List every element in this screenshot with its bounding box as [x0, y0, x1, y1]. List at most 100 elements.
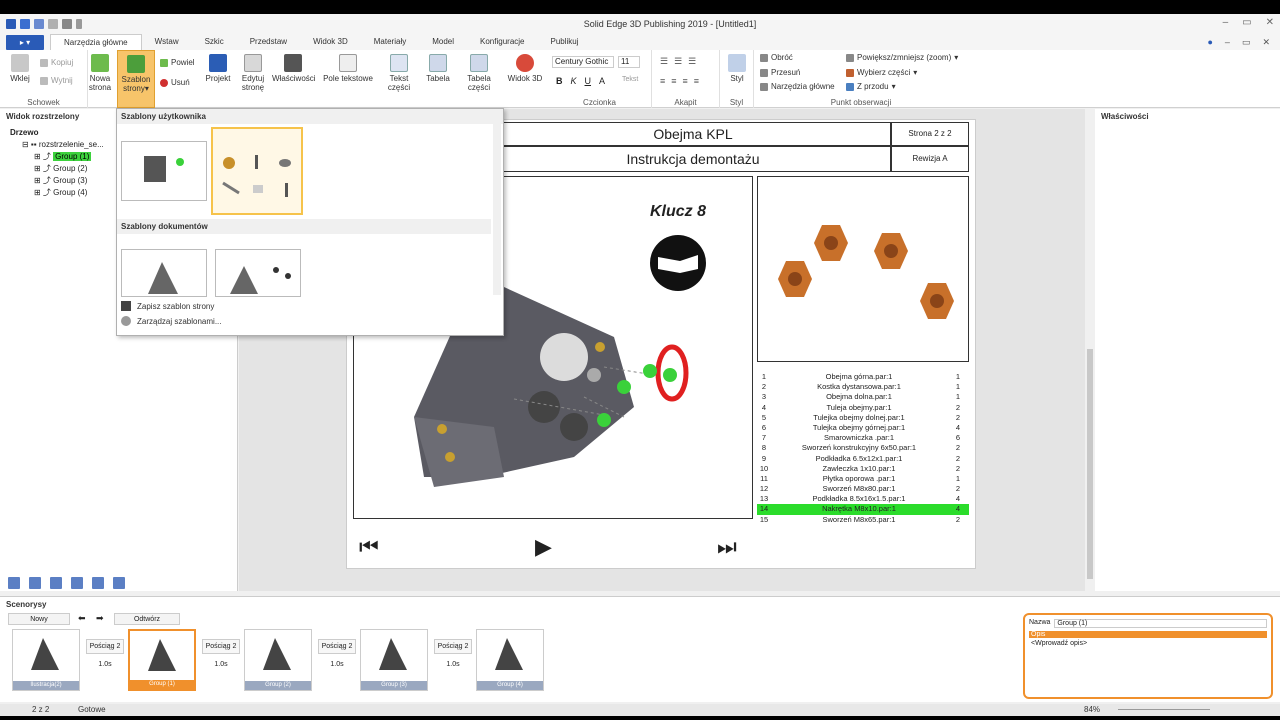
tab-configurations[interactable]: Konfiguracje — [467, 34, 537, 50]
scene-name-input[interactable]: Group (1) — [1054, 619, 1267, 628]
tab-3d-view[interactable]: Widok 3D — [300, 34, 361, 50]
parts-table-button[interactable]: Tabela części — [456, 54, 502, 92]
text-field-button[interactable]: Pole tekstowe — [323, 54, 373, 83]
parts-list-row[interactable]: 4 Tuleja obejmy.par:1 2 — [757, 403, 969, 413]
parts-list-row[interactable]: 12 Sworzeń M8x80.par:1 2 — [757, 484, 969, 494]
view3d-button[interactable]: Widok 3D — [506, 54, 544, 83]
scrollbar-thumb[interactable] — [1087, 349, 1093, 579]
panel-tool-icon[interactable] — [50, 577, 62, 589]
front-view-button[interactable]: Z przodu ▾ — [846, 82, 896, 91]
align-right-icon[interactable]: ≡ — [683, 76, 688, 86]
bullets-icon[interactable]: ☰ — [660, 56, 668, 67]
restore-icon[interactable]: ▭ — [1242, 17, 1251, 28]
new-scenario-button[interactable]: Nowy — [8, 613, 70, 625]
delete-button[interactable]: Usuń — [160, 78, 190, 87]
style-button[interactable]: Styl — [726, 54, 748, 83]
paste-button[interactable]: Wklej — [8, 54, 32, 83]
bold-button[interactable]: B — [556, 76, 563, 86]
align-center-icon[interactable]: ≡ — [671, 76, 676, 86]
minimize-icon[interactable]: – — [1223, 17, 1229, 28]
dropdown-scrollbar[interactable] — [493, 111, 501, 295]
play-scenario-button[interactable]: Odtwórz — [114, 613, 180, 625]
rewind-button[interactable]: ⏮ — [359, 534, 379, 560]
storyboard-transition[interactable]: Pościąg 2 1.0s — [86, 639, 124, 668]
new-page-button[interactable]: Nowa strona — [86, 54, 114, 92]
part-text-button[interactable]: Tekst części — [378, 54, 420, 92]
status-zoom[interactable]: 84% — [1084, 705, 1100, 714]
repeat-button[interactable]: Powiel — [160, 58, 195, 67]
parts-list-table[interactable]: 1 Obejma górna.par:1 1 2 Kostka dystansowa.p… — [757, 372, 969, 525]
panel-tool-icon[interactable] — [8, 577, 20, 589]
underline-button[interactable]: U — [585, 76, 592, 86]
project-button[interactable]: Projekt — [203, 54, 233, 83]
tab-model[interactable]: Model — [419, 34, 467, 50]
tab-home[interactable]: Narzędzia główne — [50, 34, 142, 50]
parts-list-row[interactable]: 6 Tulejka obejmy górnej.par:1 4 — [757, 423, 969, 433]
doc-close-icon[interactable]: ✕ — [1262, 37, 1270, 48]
save-template-item[interactable]: Zapisz szablon strony — [121, 301, 214, 311]
storyboard-frame[interactable]: Group (1) — [128, 629, 196, 691]
application-button[interactable]: ▸ ▾ — [6, 35, 44, 50]
page-subtitle[interactable]: Instrukcja demontażu — [495, 146, 891, 172]
parts-list-row[interactable]: 9 Podkładka 6.5x12x1.par:1 2 — [757, 454, 969, 464]
parts-list-row[interactable]: 8 Sworzeń konstrukcyjny 6x50.par:1 2 — [757, 443, 969, 453]
copy-button[interactable]: Kopiuj — [40, 58, 73, 67]
scene-desc-input[interactable]: <Wprowadź opis> — [1029, 638, 1267, 649]
user-template-thumbnail-selected[interactable] — [211, 127, 303, 215]
manage-templates-item[interactable]: Zarządzaj szablonami... — [121, 316, 221, 326]
close-icon[interactable]: ✕ — [1266, 17, 1274, 28]
panel-tool-icon[interactable] — [92, 577, 104, 589]
doc-restore-icon[interactable]: ▭ — [1242, 37, 1251, 48]
panel-tool-icon[interactable] — [71, 577, 83, 589]
detail-view-frame[interactable] — [757, 176, 969, 362]
cut-button[interactable]: Wytnij — [40, 76, 73, 85]
doc-minimize-icon[interactable]: – — [1225, 37, 1230, 48]
panel-tool-icon[interactable] — [29, 577, 41, 589]
parts-list-row[interactable]: 7 Smarowniczka .par:1 6 — [757, 433, 969, 443]
page-title[interactable]: Obejma KPL — [495, 122, 891, 146]
storyboard-transition[interactable]: Pościąg 2 1.0s — [202, 639, 240, 668]
justify-icon[interactable]: ≡ — [694, 76, 699, 86]
font-name-select[interactable]: Century Gothic — [552, 56, 614, 68]
select-parts-button[interactable]: Wybierz części ▾ — [846, 68, 917, 77]
tab-insert[interactable]: Wstaw — [142, 34, 192, 50]
indent-icon[interactable]: ☰ — [688, 56, 696, 67]
parts-list-row[interactable]: 2 Kostka dystansowa.par:1 1 — [757, 382, 969, 392]
italic-button[interactable]: K — [571, 76, 577, 86]
tab-publish[interactable]: Publikuj — [538, 34, 592, 50]
doc-template-thumbnail[interactable] — [121, 249, 207, 297]
parts-list-row[interactable]: 10 Zawleczka 1x10.par:1 2 — [757, 464, 969, 474]
canvas-scrollbar[interactable] — [1085, 109, 1095, 591]
storyboard-frame[interactable]: Group (2) — [244, 629, 312, 691]
numbering-icon[interactable]: ☰ — [674, 56, 682, 67]
table-button[interactable]: Tabela — [424, 54, 452, 83]
next-icon[interactable]: ➡ — [96, 613, 104, 624]
align-left-icon[interactable]: ≡ — [660, 76, 665, 86]
parts-list-row[interactable]: 11 Płytka oporowa .par:1 1 — [757, 474, 969, 484]
doc-template-thumbnail[interactable] — [215, 249, 301, 297]
tab-sketch[interactable]: Szkic — [192, 34, 237, 50]
zoom-button[interactable]: Powiększ/zmniejsz (zoom) ▾ — [846, 53, 958, 62]
parts-list-row[interactable]: 3 Obejma dolna.par:1 1 — [757, 392, 969, 402]
parts-list-row[interactable]: 1 Obejma górna.par:1 1 — [757, 372, 969, 382]
parts-list-row[interactable]: 13 Podkładka 8.5x16x1.5.par:1 4 — [757, 494, 969, 504]
tab-materials[interactable]: Materiały — [361, 34, 419, 50]
storyboard-transition[interactable]: Pościąg 2 1.0s — [318, 639, 356, 668]
play-button[interactable]: ▶ — [535, 534, 552, 560]
rotate-button[interactable]: Obróć — [760, 53, 793, 62]
pan-button[interactable]: Przesuń — [760, 68, 800, 77]
text-style-select[interactable]: Tekst — [622, 76, 638, 83]
user-template-thumbnail[interactable] — [121, 141, 207, 201]
tab-present[interactable]: Przedstaw — [237, 34, 300, 50]
main-tools-button[interactable]: Narzędzia główne — [760, 82, 835, 91]
page-template-button[interactable]: Szablon strony▾ — [117, 50, 155, 108]
font-color-icon[interactable]: A — [599, 76, 605, 86]
font-size-select[interactable]: 11 — [618, 56, 640, 68]
prev-icon[interactable]: ⬅ — [78, 613, 86, 624]
storyboard-transition[interactable]: Pościąg 2 1.0s — [434, 639, 472, 668]
storyboard-frame[interactable]: Group (4) — [476, 629, 544, 691]
panel-tool-icon[interactable] — [113, 577, 125, 589]
properties-button[interactable]: Właściwości — [272, 54, 316, 83]
parts-list-row[interactable]: 14 Nakrętka M8x10.par:1 4 — [757, 504, 969, 515]
edit-page-button[interactable]: Edytuj stronę — [238, 54, 268, 92]
